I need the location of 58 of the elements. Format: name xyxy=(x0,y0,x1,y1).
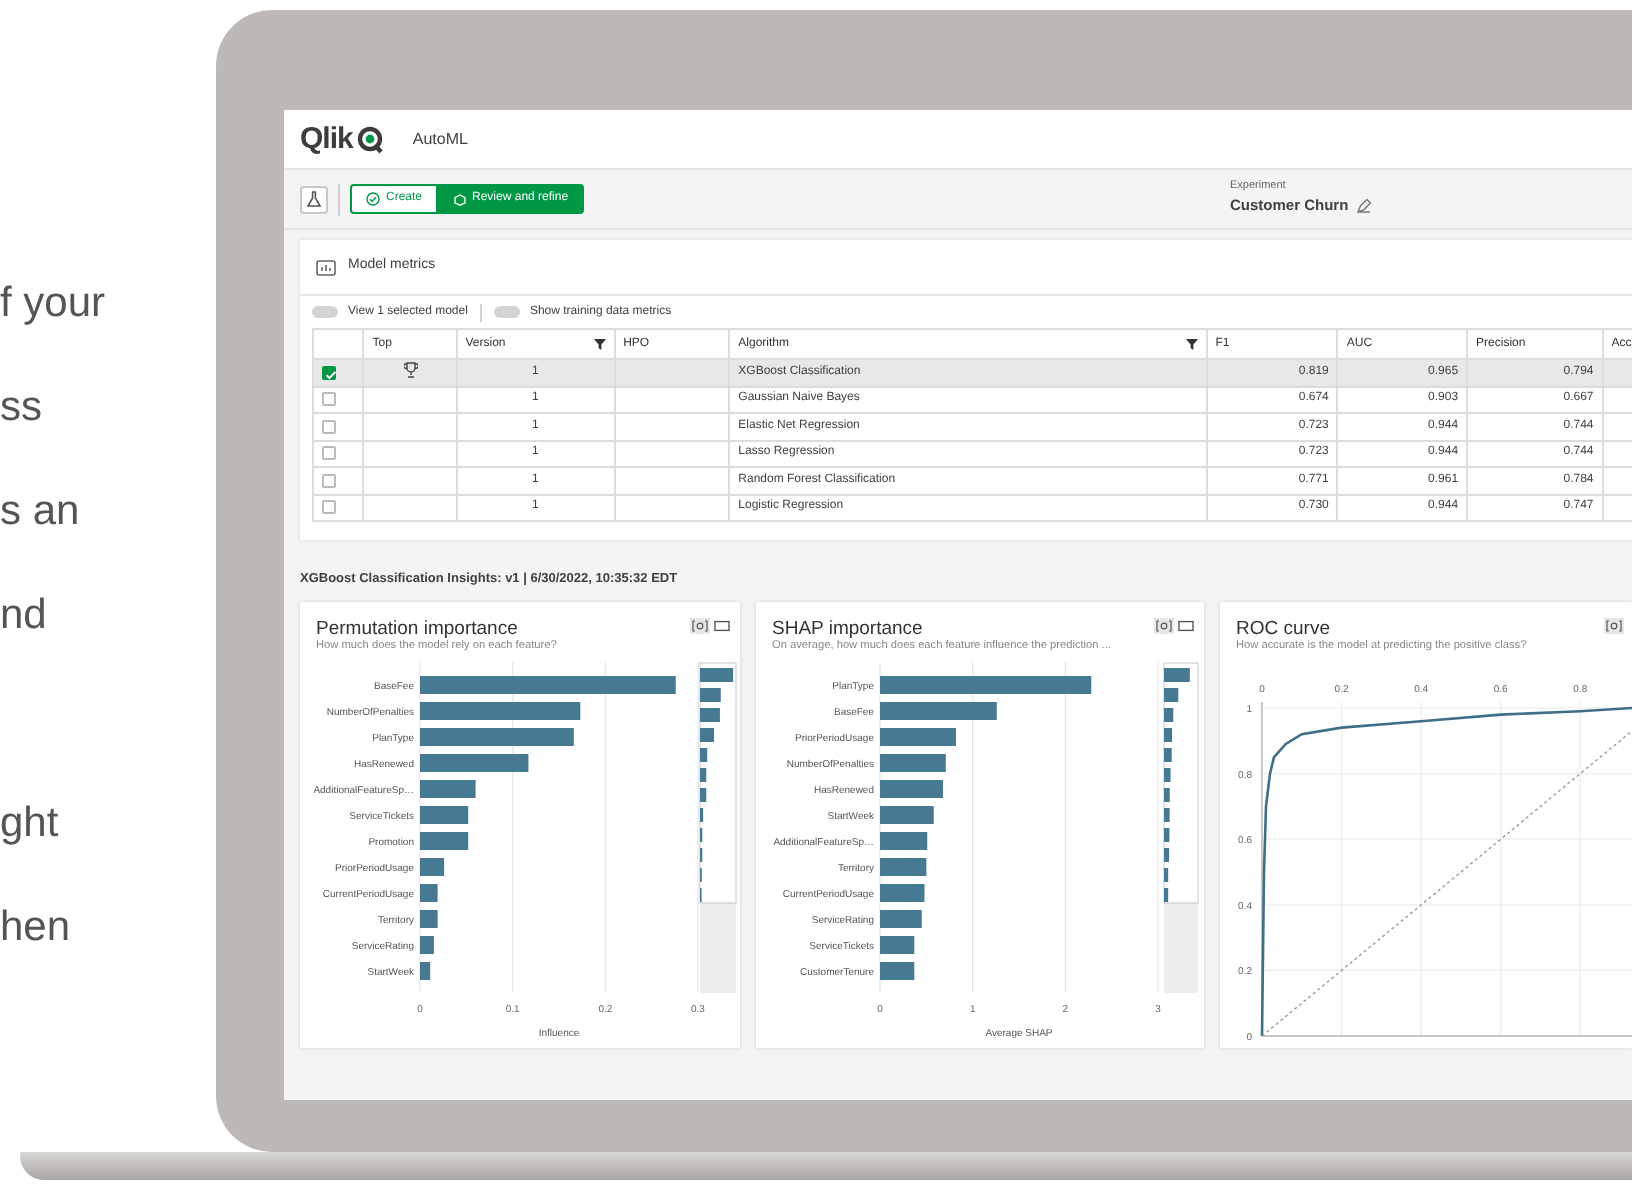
side-text-line: s an xyxy=(0,486,80,538)
table-icon xyxy=(316,259,336,275)
bar xyxy=(880,962,915,980)
bar xyxy=(420,936,434,954)
row-checkbox[interactable] xyxy=(322,473,336,488)
row-checkbox[interactable] xyxy=(322,419,336,434)
bar xyxy=(880,858,927,876)
rectangle-icon xyxy=(1178,620,1194,632)
bracket-target-icon xyxy=(1606,620,1622,632)
row-checkbox[interactable] xyxy=(322,500,336,515)
chart-title: ROC curve xyxy=(1236,618,1332,640)
bracket-target-icon xyxy=(1156,620,1172,632)
bar xyxy=(420,962,431,980)
bar xyxy=(880,832,928,850)
bar xyxy=(420,806,469,824)
chart-view-button[interactable] xyxy=(1154,618,1174,634)
app-title: AutoML xyxy=(412,127,468,151)
bar xyxy=(880,754,946,772)
check-circle-icon xyxy=(366,192,380,206)
side-text-line: hen xyxy=(0,902,71,954)
toggle-switch[interactable] xyxy=(312,306,338,318)
bar xyxy=(420,884,438,902)
bar xyxy=(880,780,943,798)
hexagon-icon xyxy=(454,193,467,205)
pencil-icon xyxy=(1356,198,1373,214)
rectangle-icon xyxy=(714,620,730,632)
side-text-line: f your xyxy=(0,278,106,330)
logo-text: Qlik xyxy=(300,124,353,154)
side-text-line: ss xyxy=(0,382,42,434)
chart-title: Permutation importance xyxy=(316,618,520,640)
chart-view-button[interactable] xyxy=(690,618,710,634)
chart-view-button[interactable] xyxy=(1604,618,1624,634)
bar xyxy=(420,910,438,928)
experiment-button[interactable] xyxy=(300,185,328,213)
minimap-drawing[interactable] xyxy=(1163,662,1199,993)
row-checkbox[interactable] xyxy=(322,446,336,461)
bar xyxy=(420,858,445,876)
toggle-switch[interactable] xyxy=(493,306,520,318)
logo-mark-icon xyxy=(356,125,385,153)
minimap-drawing[interactable] xyxy=(699,662,737,993)
side-text-line: ght xyxy=(0,798,59,850)
fullscreen-button[interactable] xyxy=(1176,618,1196,634)
bar xyxy=(420,832,469,850)
bracket-target-icon xyxy=(692,620,708,632)
bar xyxy=(420,780,476,798)
chart-title: SHAP importance xyxy=(772,618,925,640)
bar xyxy=(420,754,529,772)
bar xyxy=(880,910,922,928)
bar xyxy=(880,806,934,824)
row-checkbox[interactable] xyxy=(322,392,336,407)
side-text-line: nd xyxy=(0,590,47,642)
bar xyxy=(880,936,915,954)
bar xyxy=(880,728,956,746)
flask-icon xyxy=(306,190,322,208)
bar xyxy=(880,884,925,902)
bar xyxy=(880,702,997,720)
row-checkbox[interactable] xyxy=(322,365,336,380)
fullscreen-button[interactable] xyxy=(712,618,732,634)
